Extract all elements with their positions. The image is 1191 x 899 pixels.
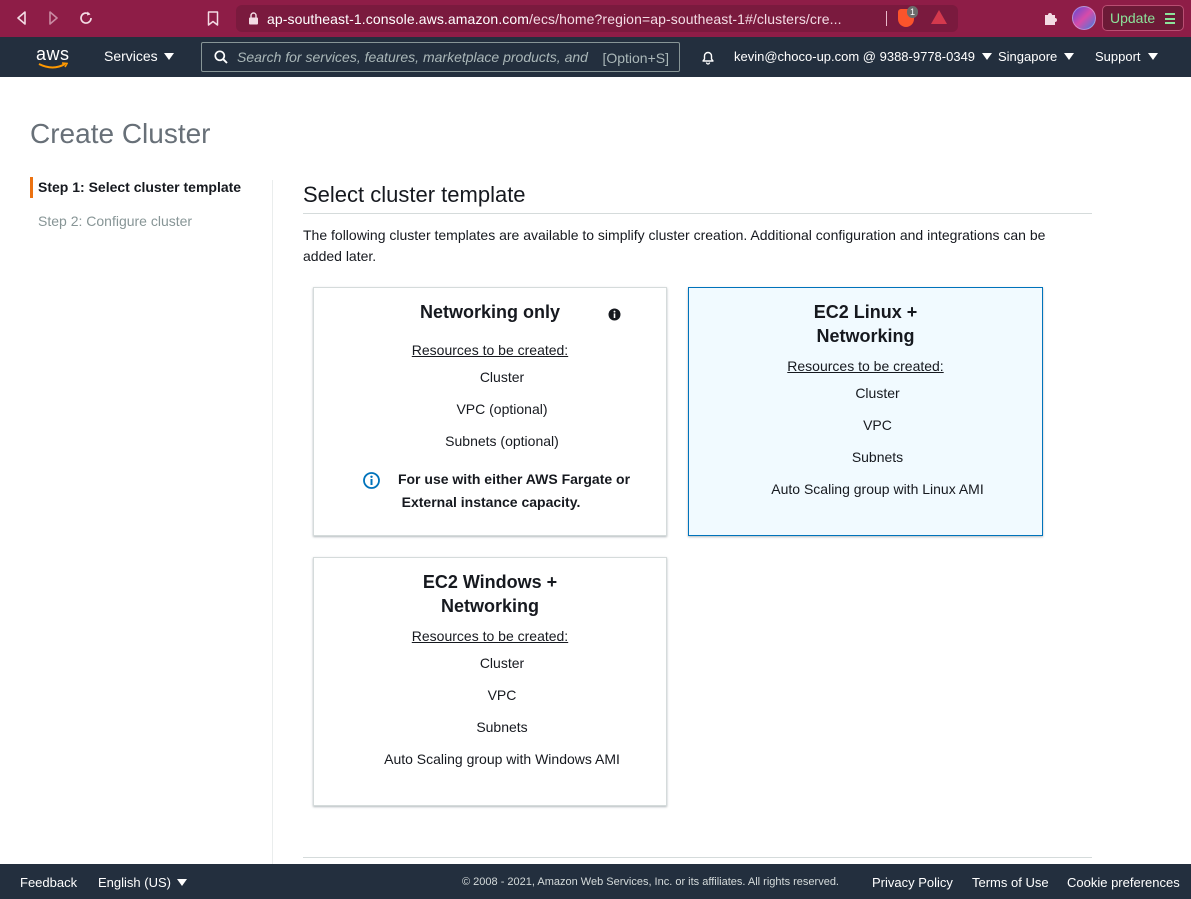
privacy-policy-link[interactable]: Privacy Policy (872, 875, 953, 890)
bottom-divider (303, 857, 1092, 858)
card-title-line2: Networking (440, 596, 539, 616)
resources-label: Resources to be created: (787, 358, 944, 374)
template-card-ec2-windows[interactable]: EC2 Windows + Networking Resources to be… (313, 557, 667, 806)
resource-item: Cluster (479, 369, 525, 385)
services-label: Services (104, 48, 158, 64)
step-configure-cluster: Step 2: Configure cluster (38, 213, 193, 229)
update-label: Update (1110, 10, 1156, 26)
region-menu[interactable]: Singapore (998, 49, 1075, 64)
search-input[interactable] (237, 49, 591, 65)
feedback-link[interactable]: Feedback (20, 875, 77, 890)
language-label: English (US) (98, 875, 171, 890)
card-note-line1: For use with either AWS Fargate or (397, 471, 631, 487)
url-path: /ecs/home?region=ap-southeast-1#/cluster… (529, 10, 842, 27)
template-card-networking-only[interactable]: Networking only Resources to be created:… (313, 287, 667, 536)
resource-item: Auto Scaling group with Windows AMI (384, 751, 620, 767)
support-menu[interactable]: Support (1095, 49, 1158, 64)
extensions-puzzle-icon[interactable] (1042, 9, 1060, 27)
url-text: ap-southeast-1.console.aws.amazon.com/ec… (267, 11, 887, 27)
caret-down-icon (163, 52, 174, 60)
url-separator (886, 11, 887, 26)
address-bar[interactable]: ap-southeast-1.console.aws.amazon.com/ec… (236, 5, 958, 32)
aws-console-nav: aws Services [Option+S] kevin@choco-up.c… (0, 37, 1191, 77)
back-icon[interactable] (12, 8, 32, 28)
info-icon[interactable] (608, 308, 621, 321)
cookie-preferences-link[interactable]: Cookie preferences (1067, 875, 1180, 890)
resource-item: Subnets (optional) (445, 433, 559, 449)
section-title: Select cluster template (303, 182, 526, 207)
services-menu[interactable]: Services (104, 48, 174, 64)
section-divider (303, 213, 1092, 214)
resource-item: Auto Scaling group with Linux AMI (771, 481, 984, 497)
console-footer: Feedback English (US) © 2008 - 2021, Ama… (0, 864, 1191, 899)
resource-item: Cluster (855, 385, 900, 401)
shield-count-badge: 1 (907, 6, 919, 18)
lock-icon (248, 12, 259, 25)
search-box[interactable]: [Option+S] (201, 42, 680, 72)
resource-item: VPC (optional) (456, 401, 548, 417)
resources-label: Resources to be created: (411, 628, 569, 644)
step-select-template[interactable]: Step 1: Select cluster template (30, 177, 273, 198)
account-label: kevin@choco-up.com @ 9388-9778-0349 (734, 49, 976, 64)
page-title: Create Cluster (30, 118, 211, 149)
resource-item: Subnets (476, 719, 528, 735)
url-host: ap-southeast-1.console.aws.amazon.com (267, 10, 530, 27)
bookmark-icon[interactable] (203, 8, 223, 28)
search-icon (214, 50, 228, 64)
update-button[interactable]: Update (1102, 5, 1184, 31)
forward-icon[interactable] (43, 8, 63, 28)
vertical-divider (272, 180, 273, 864)
account-menu[interactable]: kevin@choco-up.com @ 9388-9778-0349 (734, 49, 993, 64)
resources-label: Resources to be created: (411, 342, 569, 358)
resource-item: Subnets (851, 449, 904, 465)
caret-down-icon (176, 879, 187, 886)
hamburger-menu-icon (1165, 13, 1175, 24)
support-label: Support (1095, 49, 1141, 64)
region-label: Singapore (998, 49, 1058, 64)
section-description: The following cluster templates are avai… (303, 227, 1046, 264)
bell-icon[interactable] (700, 49, 716, 65)
wizard-steps: Step 1: Select cluster template Step 2: … (30, 177, 273, 245)
caret-down-icon (1064, 53, 1075, 60)
caret-down-icon (982, 53, 993, 60)
copyright-text: © 2008 - 2021, Amazon Web Services, Inc.… (462, 876, 839, 888)
card-title-line1: EC2 Linux + (813, 302, 918, 322)
resource-item: Cluster (479, 655, 525, 671)
terms-of-use-link[interactable]: Terms of Use (972, 875, 1049, 890)
profile-avatar[interactable] (1072, 6, 1096, 30)
resource-item: VPC (863, 417, 892, 433)
caret-down-icon (1147, 53, 1158, 60)
card-title-line2: Networking (816, 326, 915, 346)
browser-toolbar: ap-southeast-1.console.aws.amazon.com/ec… (0, 0, 1191, 37)
search-shortcut-hint: [Option+S] (602, 50, 669, 66)
resource-item: VPC (487, 687, 517, 703)
language-selector[interactable]: English (US) (98, 875, 187, 890)
card-title-line1: EC2 Windows + (422, 572, 558, 592)
template-card-ec2-linux[interactable]: EC2 Linux + Networking Resources to be c… (688, 287, 1043, 536)
reload-icon[interactable] (76, 8, 96, 28)
aws-smile-icon (38, 62, 68, 69)
aws-logo[interactable]: aws (36, 44, 72, 70)
brave-rewards-icon[interactable] (931, 10, 947, 24)
card-note-line2: External instance capacity. (401, 494, 581, 510)
